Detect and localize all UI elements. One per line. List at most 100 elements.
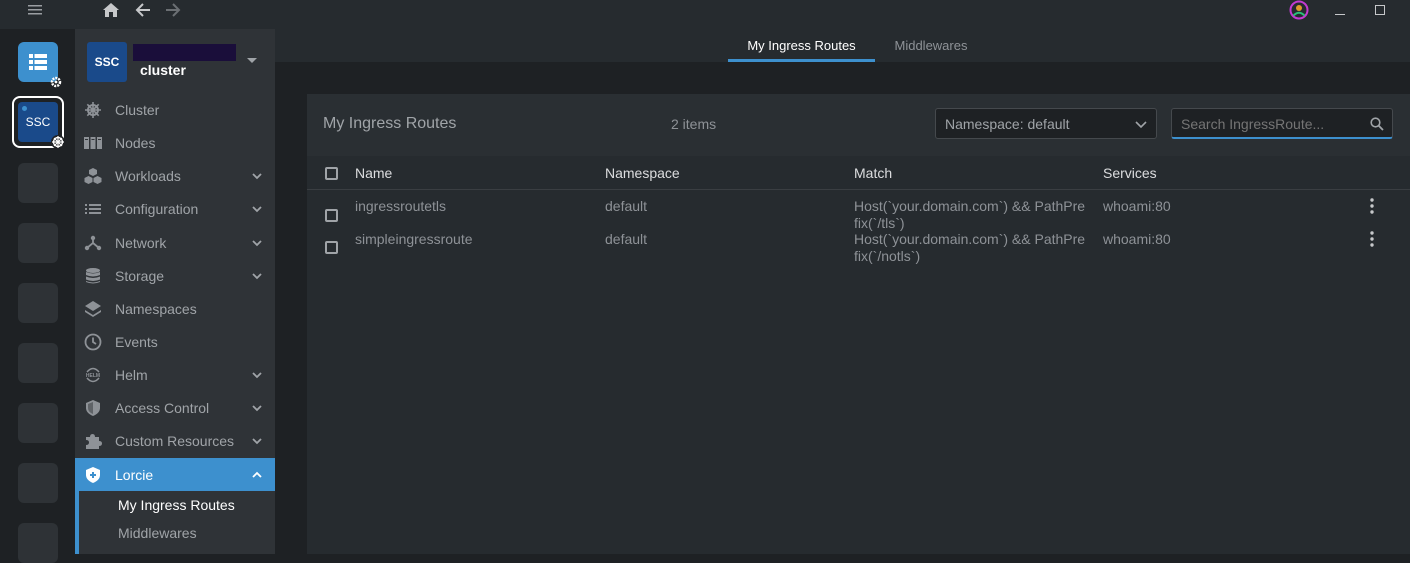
sidebar-subitem-my-ingress-routes[interactable]: My Ingress Routes <box>75 491 275 519</box>
table-row[interactable]: simpleingressroute default Host(`your.do… <box>307 223 1410 264</box>
sidebar-item-label: Events <box>115 333 158 350</box>
cluster-hotbar-item[interactable]: SSC <box>12 96 65 149</box>
cluster-hotbar-label: SSC <box>25 115 51 129</box>
tab-my-ingress-routes[interactable]: My Ingress Routes <box>728 29 875 62</box>
sidebar-item-network[interactable]: Network <box>75 226 275 259</box>
more-vertical-icon[interactable] <box>1369 198 1375 214</box>
row-namespace: default <box>605 198 648 214</box>
hotbar-empty-slot[interactable] <box>18 343 58 383</box>
namespace-select[interactable]: Namespace: default <box>935 108 1157 139</box>
hotbar-empty-slot[interactable] <box>18 463 58 503</box>
sidebar-item-lorcie[interactable]: Lorcie <box>75 458 275 491</box>
hotbar-empty-slot[interactable] <box>18 523 58 563</box>
sidebar-item-workloads[interactable]: Workloads <box>75 159 275 192</box>
chevron-down-icon <box>252 173 262 180</box>
table-row[interactable]: ingressroutetls default Host(`your.domai… <box>307 190 1410 231</box>
sidebar-subitem-label: My Ingress Routes <box>118 497 235 513</box>
hotbar-empty-slot[interactable] <box>18 283 58 323</box>
kubernetes-helm-icon <box>51 135 65 149</box>
hotbar-empty-slot[interactable] <box>18 403 58 443</box>
namespace-select-value: Namespace: default <box>945 116 1070 132</box>
sidebar-item-storage[interactable]: Storage <box>75 259 275 292</box>
chevron-down-icon <box>252 405 262 412</box>
more-vertical-icon[interactable] <box>1369 231 1375 247</box>
hotbar: SSC <box>0 29 75 563</box>
gear-icon <box>50 76 62 88</box>
row-name: simpleingressroute <box>355 231 473 247</box>
sidebar-item-custom-resources[interactable]: Custom Resources <box>75 424 275 457</box>
chevron-down-icon <box>252 240 262 247</box>
tab-middlewares[interactable]: Middlewares <box>875 29 987 62</box>
column-header-services[interactable]: Services <box>1103 165 1157 181</box>
hotbar-empty-slot[interactable] <box>18 163 58 203</box>
sidebar-item-access-control[interactable]: Access Control <box>75 391 275 424</box>
sidebar-item-label: Storage <box>115 267 165 284</box>
catalog-icon <box>29 54 47 70</box>
hamburger-menu-icon[interactable] <box>24 0 46 20</box>
tab-label: My Ingress Routes <box>747 38 856 53</box>
search-input[interactable] <box>1181 114 1361 134</box>
sidebar-item-label: Namespaces <box>115 300 197 317</box>
sidebar-item-label: Nodes <box>115 134 156 151</box>
column-header-name[interactable]: Name <box>355 165 392 181</box>
sidebar-item-label: Workloads <box>115 167 181 184</box>
clock-icon <box>84 333 102 351</box>
chevron-down-icon <box>1135 121 1147 129</box>
cluster-name-redacted <box>133 44 236 61</box>
helm-logo-icon: HELM <box>86 367 100 383</box>
search-field[interactable] <box>1171 108 1393 139</box>
shield-icon <box>86 400 100 416</box>
column-header-namespace[interactable]: Namespace <box>605 165 680 181</box>
column-header-match[interactable]: Match <box>854 165 892 181</box>
sidebar-item-helm[interactable]: HELM Helm <box>75 358 275 391</box>
minimize-icon[interactable] <box>1330 0 1350 20</box>
sidebar-subitem-middlewares[interactable]: Middlewares <box>75 519 275 547</box>
sidebar-item-events[interactable]: Events <box>75 325 275 358</box>
sidebar-item-label: Lorcie <box>115 466 154 483</box>
helm-wheel-icon <box>85 102 101 118</box>
panel-header: My Ingress Routes 2 items Namespace: def… <box>307 94 1410 156</box>
row-name: ingressroutetls <box>355 198 447 214</box>
row-namespace: default <box>605 231 648 247</box>
search-icon[interactable] <box>1370 117 1384 131</box>
row-checkbox[interactable] <box>325 241 338 254</box>
sidebar-item-configuration[interactable]: Configuration <box>75 192 275 225</box>
chevron-down-icon <box>252 273 262 280</box>
cluster-selector[interactable]: SSC cluster <box>75 29 275 95</box>
arrow-right-icon[interactable] <box>162 0 184 20</box>
title-bar <box>0 0 1410 29</box>
server-rack-icon <box>84 137 102 149</box>
chevron-down-icon <box>252 206 262 213</box>
maximize-icon[interactable] <box>1370 0 1390 20</box>
row-services: whoami:80 <box>1103 231 1171 247</box>
row-checkbox[interactable] <box>325 209 338 222</box>
sidebar-item-label: Access Control <box>115 399 210 416</box>
sidebar-item-label: Custom Resources <box>115 432 235 449</box>
hotbar-empty-slot[interactable] <box>18 223 58 263</box>
sidebar-item-label: Cluster <box>115 101 160 118</box>
sidebar-item-nodes[interactable]: Nodes <box>75 126 275 159</box>
user-avatar-icon[interactable] <box>1288 0 1310 20</box>
svg-text:HELM: HELM <box>86 373 100 379</box>
chevron-down-icon <box>252 372 262 379</box>
table-header: Name Namespace Match Services <box>307 156 1410 190</box>
sidebar-item-cluster[interactable]: Cluster <box>75 93 275 126</box>
shield-plus-icon <box>86 467 100 483</box>
network-tree-icon <box>84 235 102 251</box>
catalog-button[interactable] <box>18 42 62 88</box>
sidebar: SSC cluster Cluster Nodes Workloads Conf… <box>75 29 275 554</box>
arrow-left-icon[interactable] <box>132 0 154 20</box>
cluster-avatar-label: SSC <box>94 55 120 69</box>
panel-title: My Ingress Routes <box>323 115 457 132</box>
home-icon[interactable] <box>100 0 122 20</box>
layers-icon <box>85 301 101 317</box>
tab-bar: My Ingress Routes Middlewares <box>275 29 1410 62</box>
cluster-avatar: SSC <box>87 42 127 82</box>
row-services: whoami:80 <box>1103 198 1171 214</box>
select-all-checkbox[interactable] <box>325 167 338 180</box>
row-match-line2: fix(`/notls`) <box>854 248 921 264</box>
chevron-down-icon <box>247 58 257 63</box>
main-content: My Ingress Routes Middlewares My Ingress… <box>275 29 1410 554</box>
sidebar-item-namespaces[interactable]: Namespaces <box>75 292 275 325</box>
cluster-name: cluster <box>140 62 186 78</box>
